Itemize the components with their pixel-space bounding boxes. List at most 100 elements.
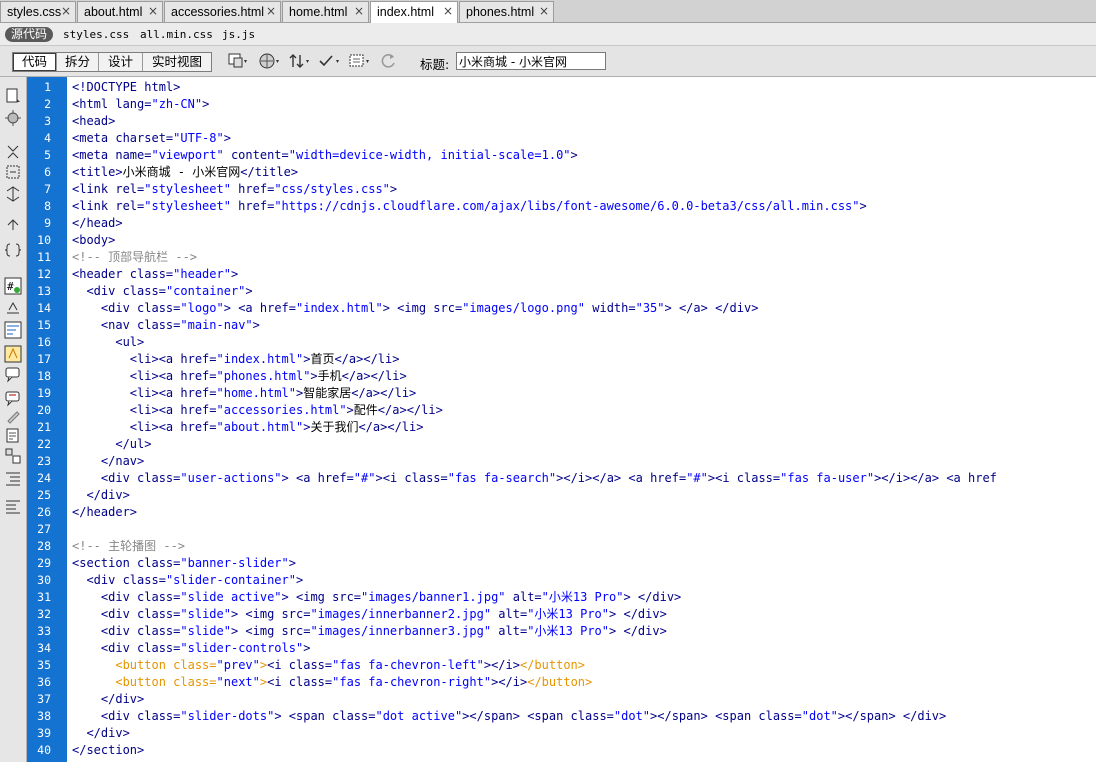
live-view-button[interactable]: 实时视图 bbox=[143, 53, 211, 71]
code-line[interactable]: <div class="slider-dots"> <span class="d… bbox=[72, 708, 946, 725]
related-file-js-js[interactable]: js.js bbox=[222, 28, 255, 41]
source-code-button[interactable]: 源代码 bbox=[5, 27, 54, 42]
tab-styles-css[interactable]: styles.css × bbox=[0, 1, 76, 22]
close-icon[interactable]: × bbox=[354, 4, 364, 18]
code-line[interactable]: <div class="slide"> <img src="images/inn… bbox=[72, 606, 667, 623]
tab-label: about.html bbox=[84, 5, 143, 19]
file-management-icon[interactable] bbox=[288, 51, 310, 71]
code-line[interactable]: <div class="slide"> <img src="images/inn… bbox=[72, 623, 667, 640]
code-line[interactable]: </head> bbox=[72, 215, 123, 232]
code-line[interactable]: <!DOCTYPE html> bbox=[72, 79, 180, 96]
code-line[interactable]: <nav class="main-nav"> bbox=[72, 317, 260, 334]
code-line[interactable]: </header> bbox=[72, 504, 137, 521]
indent-icon[interactable] bbox=[4, 447, 22, 465]
code-line[interactable]: <link rel="stylesheet" href="https://cdn… bbox=[72, 198, 867, 215]
title-input[interactable] bbox=[456, 52, 606, 70]
apply-comment-icon[interactable] bbox=[4, 345, 22, 363]
line-number: 9 bbox=[44, 216, 51, 230]
code-line[interactable]: <div class="slide active"> <img src="ima… bbox=[72, 589, 681, 606]
code-line[interactable]: <html lang="zh-CN"> bbox=[72, 96, 209, 113]
code-line[interactable]: <header class="header"> bbox=[72, 266, 238, 283]
recent-snippets-icon[interactable] bbox=[4, 407, 22, 425]
line-numbers-icon[interactable] bbox=[4, 241, 22, 259]
code-line[interactable]: <li><a href="accessories.html">配件</a></l… bbox=[72, 402, 443, 419]
refresh-icon[interactable] bbox=[378, 51, 400, 71]
code-line[interactable]: </section> bbox=[72, 742, 144, 759]
tab-accessories-html[interactable]: accessories.html × bbox=[164, 1, 281, 22]
tab-phones-html[interactable]: phones.html × bbox=[459, 1, 554, 22]
close-icon[interactable]: × bbox=[443, 4, 453, 18]
code-line[interactable]: </div> bbox=[72, 691, 144, 708]
balance-braces-icon[interactable] bbox=[4, 215, 22, 233]
code-view-button[interactable]: 代码 bbox=[13, 53, 57, 71]
remove-comment-icon[interactable] bbox=[4, 365, 22, 383]
line-number: 7 bbox=[44, 182, 51, 196]
code-token: ></span> bbox=[650, 709, 716, 723]
tab-home-html[interactable]: home.html × bbox=[282, 1, 369, 22]
select-parent-icon[interactable] bbox=[4, 185, 22, 203]
code-line[interactable]: <div class="user-actions"> <a href="#"><… bbox=[72, 470, 997, 487]
multiscreen-icon[interactable] bbox=[226, 51, 248, 71]
line-number: 23 bbox=[37, 454, 51, 468]
code-line[interactable]: <li><a href="index.html">首页</a></li> bbox=[72, 351, 400, 368]
code-line[interactable]: </ul> bbox=[72, 436, 151, 453]
code-line[interactable]: </nav> bbox=[72, 453, 144, 470]
syntax-error-icon[interactable] bbox=[4, 321, 22, 339]
code-line[interactable]: <li><a href="phones.html">手机</a></li> bbox=[72, 368, 407, 385]
line-number: 8 bbox=[44, 199, 51, 213]
code-token: "小米13 Pro" bbox=[541, 590, 624, 604]
code-line[interactable]: <!-- 顶部导航栏 --> bbox=[72, 249, 197, 266]
collapse-tag-icon[interactable] bbox=[4, 109, 22, 127]
close-icon[interactable]: × bbox=[539, 4, 549, 18]
code-line[interactable]: <section class="banner-slider"> bbox=[72, 555, 296, 572]
code-line[interactable]: <ul> bbox=[72, 334, 144, 351]
code-line[interactable]: </div> bbox=[72, 487, 129, 504]
code-line[interactable]: <meta name="viewport" content="width=dev… bbox=[72, 147, 578, 164]
tab-index-html[interactable]: index.html × bbox=[370, 1, 458, 23]
close-icon[interactable]: × bbox=[148, 4, 158, 18]
code-editor[interactable]: <!DOCTYPE html> <html lang="zh-CN"> <head>… bbox=[67, 77, 1096, 762]
code-line[interactable]: <div class="slider-controls"> bbox=[72, 640, 311, 657]
code-line[interactable]: </div> bbox=[72, 725, 129, 742]
visual-aids-icon[interactable] bbox=[348, 51, 370, 71]
close-icon[interactable]: × bbox=[266, 4, 276, 18]
open-documents-icon[interactable] bbox=[4, 87, 22, 105]
close-icon[interactable]: × bbox=[61, 4, 71, 18]
code-line[interactable]: <title>小米商城 - 小米官网</title> bbox=[72, 164, 298, 181]
validate-icon[interactable] bbox=[318, 51, 340, 71]
code-line[interactable]: <head> bbox=[72, 113, 115, 130]
expand-all-icon[interactable] bbox=[4, 163, 22, 181]
design-view-button[interactable]: 设计 bbox=[99, 53, 143, 71]
highlight-invalid-icon[interactable]: # bbox=[4, 277, 22, 295]
code-line[interactable]: <button class="prev"><i class="fas fa-ch… bbox=[72, 657, 585, 674]
line-number: 6 bbox=[44, 165, 51, 179]
code-line[interactable]: <!-- 主轮播图 --> bbox=[72, 538, 185, 555]
related-file-all-min-css[interactable]: all.min.css bbox=[140, 28, 213, 41]
wrap-tag-icon[interactable] bbox=[4, 389, 22, 407]
outdent-icon[interactable] bbox=[4, 469, 22, 487]
move-css-icon[interactable] bbox=[4, 427, 22, 445]
word-wrap-icon[interactable] bbox=[4, 299, 22, 317]
code-line[interactable]: <button class="next"><i class="fas fa-ch… bbox=[72, 674, 592, 691]
line-number: 15 bbox=[37, 318, 51, 332]
format-source-icon[interactable] bbox=[4, 497, 22, 515]
code-line[interactable]: <link rel="stylesheet" href="css/styles.… bbox=[72, 181, 397, 198]
code-line[interactable]: <li><a href="about.html">关于我们</a></li> bbox=[72, 419, 424, 436]
svg-text:#: # bbox=[7, 280, 14, 293]
code-line[interactable]: <body> bbox=[72, 232, 115, 249]
split-view-button[interactable]: 拆分 bbox=[57, 53, 99, 71]
collapse-selection-icon[interactable] bbox=[4, 143, 22, 161]
code-line[interactable]: <div class="slider-container"> bbox=[72, 572, 303, 589]
related-file-styles-css[interactable]: styles.css bbox=[63, 28, 129, 41]
code-line[interactable]: <li><a href="home.html">智能家居</a></li> bbox=[72, 385, 416, 402]
code-token: alt= bbox=[505, 590, 542, 604]
code-token: "header" bbox=[173, 267, 231, 281]
tab-about-html[interactable]: about.html × bbox=[77, 1, 163, 22]
code-line[interactable]: <div class="container"> bbox=[72, 283, 252, 300]
code-line[interactable]: <div class="logo"> <a href="index.html">… bbox=[72, 300, 759, 317]
preview-browser-icon[interactable] bbox=[258, 51, 280, 71]
line-number: 25 bbox=[37, 488, 51, 502]
code-line[interactable]: <meta charset="UTF-8"> bbox=[72, 130, 231, 147]
